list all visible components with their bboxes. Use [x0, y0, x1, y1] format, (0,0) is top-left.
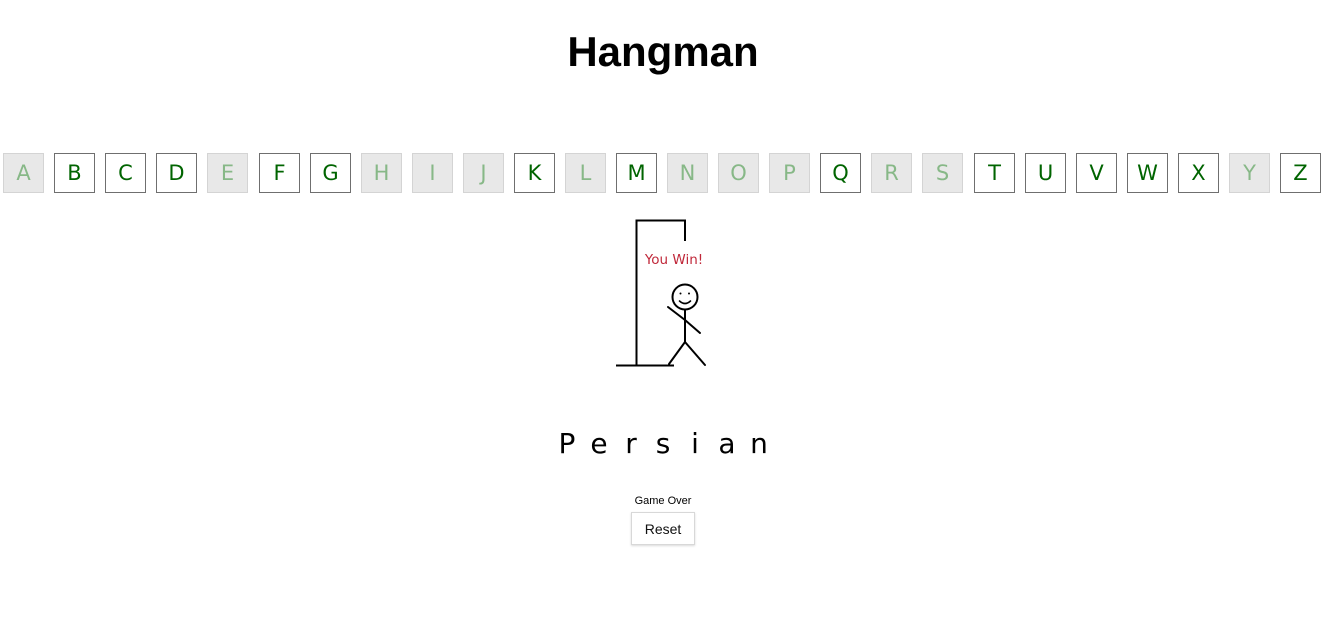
letter-key-e: E [207, 153, 248, 193]
word-letter: e [590, 427, 608, 460]
letter-key-x[interactable]: X [1178, 153, 1219, 193]
letter-key-q[interactable]: Q [820, 153, 861, 193]
word-letter: n [750, 427, 768, 460]
figure-head [671, 283, 699, 311]
letter-key-t[interactable]: T [974, 153, 1015, 193]
letter-key-z[interactable]: Z [1280, 153, 1321, 193]
letter-key-h: H [361, 153, 402, 193]
letter-key-j: J [463, 153, 504, 193]
figure-eye-left [679, 292, 682, 295]
letter-key-g[interactable]: G [310, 153, 351, 193]
letter-key-v[interactable]: V [1076, 153, 1117, 193]
word-letter: i [691, 427, 699, 460]
letter-key-f[interactable]: F [259, 153, 300, 193]
letter-key-u[interactable]: U [1025, 153, 1066, 193]
stick-figure [667, 283, 706, 366]
page-title: Hangman [567, 28, 759, 75]
win-message: You Win! [644, 252, 703, 268]
figure-eye-right [688, 292, 690, 295]
word-letter: P [558, 427, 576, 460]
word-letter: r [625, 427, 637, 460]
letter-key-l: L [565, 153, 606, 193]
word-letter: a [718, 427, 736, 460]
letter-key-c[interactable]: C [105, 153, 146, 193]
letter-key-s: S [922, 153, 963, 193]
letter-key-m[interactable]: M [616, 153, 657, 193]
letter-key-b[interactable]: B [54, 153, 95, 193]
letter-key-i: I [412, 153, 453, 193]
letter-key-n: N [667, 153, 708, 193]
word-display: Persian [0, 424, 1326, 464]
hangman-drawing: You Win! [616, 219, 706, 367]
word-letter: s [655, 427, 671, 460]
figure-leg-left [668, 341, 686, 365]
letter-key-w[interactable]: W [1127, 153, 1168, 193]
reset-button[interactable]: Reset [631, 512, 695, 545]
letter-key-r: R [871, 153, 912, 193]
letter-key-y: Y [1229, 153, 1270, 193]
letter-keyboard: ABCDEFGHIJKLMNOPQRSTUVWXYZ [3, 153, 1325, 195]
figure-smile [678, 300, 692, 305]
figure-leg-right [684, 341, 706, 366]
letter-key-d[interactable]: D [156, 153, 197, 193]
letter-key-a: A [3, 153, 44, 193]
letter-key-o: O [718, 153, 759, 193]
game-status: Game Over [634, 495, 692, 507]
letter-key-p: P [769, 153, 810, 193]
figure-arm-right [684, 319, 701, 334]
letter-key-k[interactable]: K [514, 153, 555, 193]
